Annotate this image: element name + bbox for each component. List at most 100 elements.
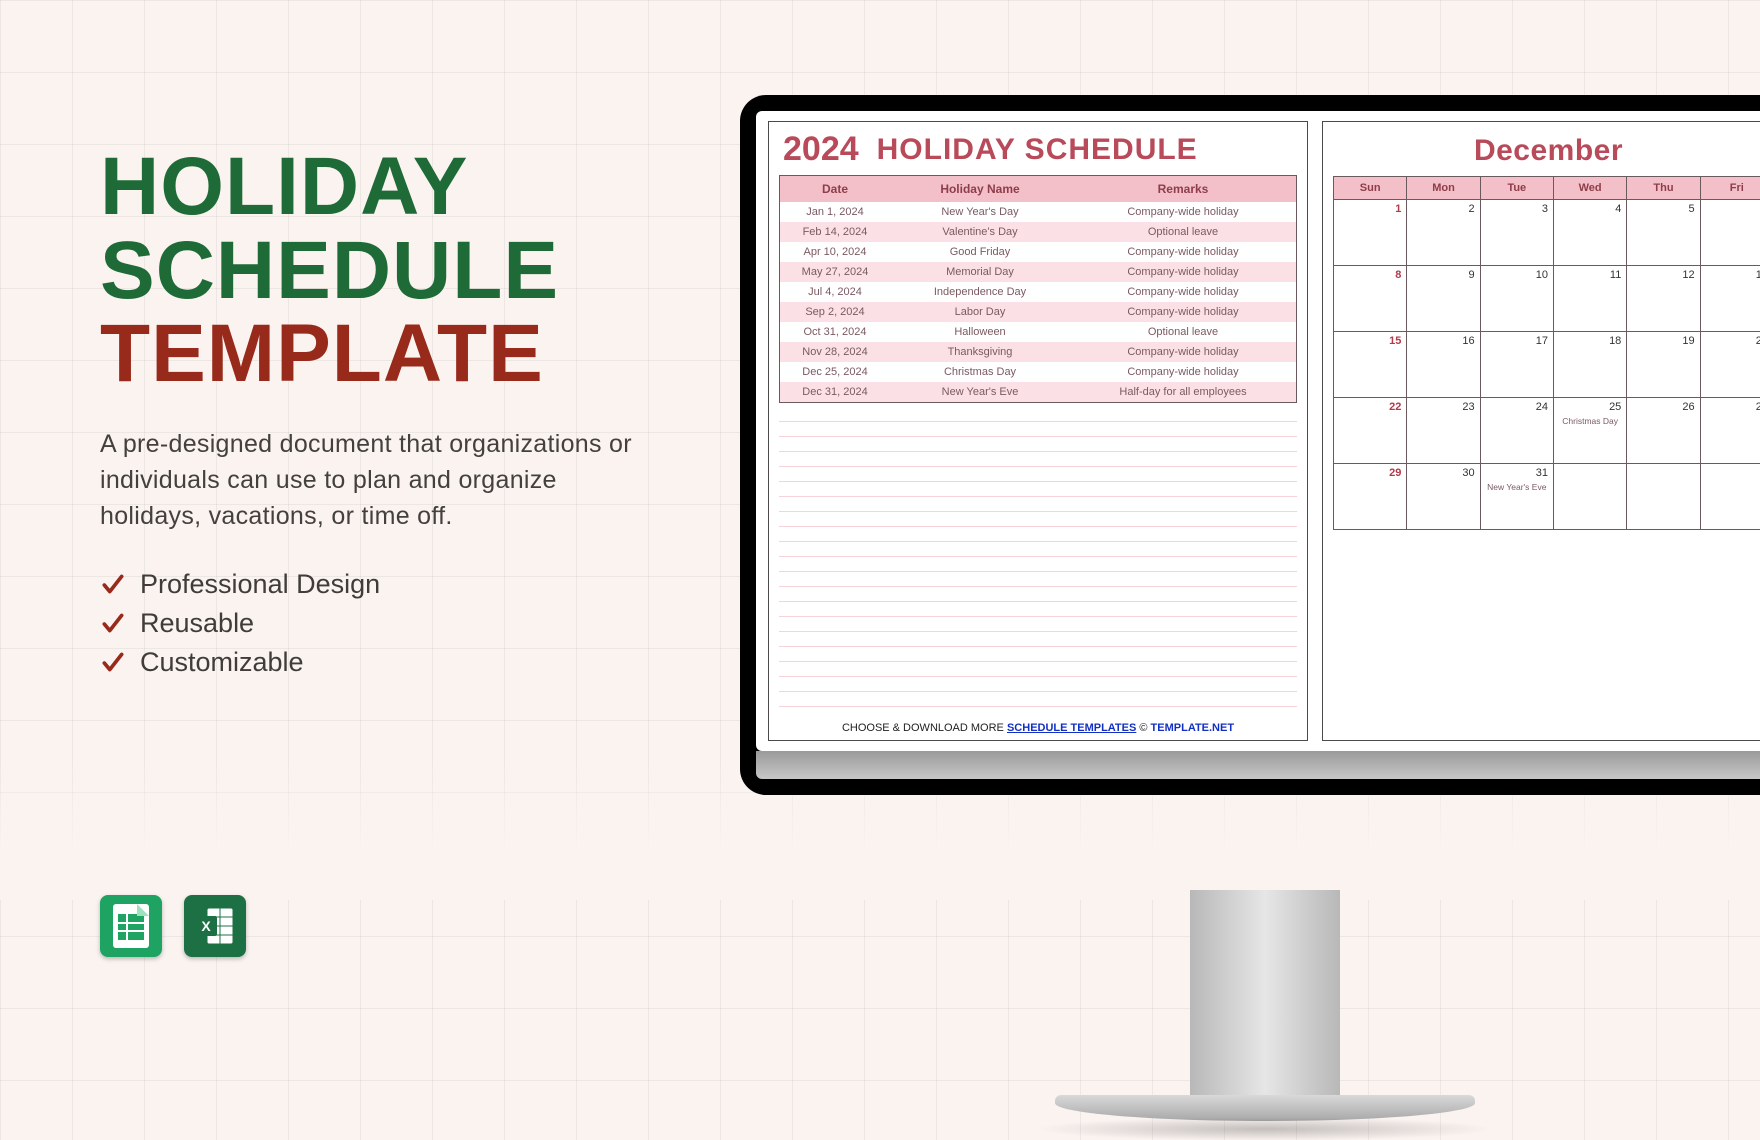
feature-item: Professional Design [100, 569, 660, 600]
day-label: Sun [1334, 177, 1407, 200]
calendar-cell: 2 [1407, 200, 1480, 266]
calendar-cell: 25Christmas Day [1554, 398, 1627, 464]
excel-icon: X [184, 895, 246, 957]
calendar-cell: 30 [1407, 464, 1480, 530]
calendar-cell: 10 [1481, 266, 1554, 332]
cell-remarks: Company-wide holiday [1070, 302, 1296, 322]
cell-holiday: Christmas Day [890, 362, 1070, 382]
calendar-cell: 22 [1334, 398, 1407, 464]
calendar-month: December [1323, 122, 1760, 176]
footer-link[interactable]: SCHEDULE TEMPLATES [1007, 722, 1136, 734]
check-icon [100, 571, 126, 597]
day-number: 2 [1469, 203, 1475, 215]
title-line-1: HOLIDAY [100, 145, 660, 229]
calendar-cell: 5 [1627, 200, 1700, 266]
day-number: 30 [1462, 467, 1474, 479]
app-icons: X [100, 895, 246, 957]
day-label: Mon [1407, 177, 1480, 200]
cell-remarks: Company-wide holiday [1070, 342, 1296, 362]
day-number: 9 [1469, 269, 1475, 281]
calendar-cell: 1 [1334, 200, 1407, 266]
schedule-sheet: 2024 HOLIDAY SCHEDULE Date Holiday Name … [768, 121, 1308, 741]
calendar-cell: 31 New Year's Eve [1481, 464, 1554, 530]
table-row: Dec 25, 2024Christmas DayCompany-wide ho… [780, 362, 1296, 382]
schedule-table: Date Holiday Name Remarks Jan 1, 2024New… [779, 175, 1297, 403]
cell-date: Feb 14, 2024 [780, 222, 890, 242]
calendar-day-header: SunMonTueWedThuFri [1334, 177, 1760, 200]
cell-holiday: Valentine's Day [890, 222, 1070, 242]
cell-remarks: Company-wide holiday [1070, 242, 1296, 262]
day-number: 5 [1689, 203, 1695, 215]
table-row: Feb 14, 2024Valentine's DayOptional leav… [780, 222, 1296, 242]
day-number: 31 [1536, 467, 1548, 479]
cell-holiday: Good Friday [890, 242, 1070, 262]
footer-site[interactable]: TEMPLATE.NET [1151, 722, 1235, 734]
cell-date: Sep 2, 2024 [780, 302, 890, 322]
calendar-cell: 17 [1481, 332, 1554, 398]
schedule-heading: HOLIDAY SCHEDULE [877, 133, 1198, 167]
monitor-mockup: 2024 HOLIDAY SCHEDULE Date Holiday Name … [740, 95, 1760, 795]
title-line-3: TEMPLATE [100, 312, 660, 396]
cell-remarks: Company-wide holiday [1070, 282, 1296, 302]
calendar-cell: 26 [1627, 398, 1700, 464]
day-number: 10 [1536, 269, 1548, 281]
day-number: 18 [1609, 335, 1621, 347]
calendar-body: 123456891011121315161718192022232425Chri… [1334, 200, 1760, 530]
calendar-cell: 13 [1701, 266, 1760, 332]
calendar-cell: 19 [1627, 332, 1700, 398]
table-row: May 27, 2024Memorial DayCompany-wide hol… [780, 262, 1296, 282]
calendar-row: 29 30 31 New Year's Eve [1334, 464, 1760, 530]
table-row: Oct 31, 2024HalloweenOptional leave [780, 322, 1296, 342]
cell-remarks: Company-wide holiday [1070, 202, 1296, 222]
day-note: New Year's Eve [1483, 482, 1551, 492]
cell-remarks: Optional leave [1070, 322, 1296, 342]
description-text: A pre-designed document that organizatio… [100, 426, 660, 535]
day-number: 29 [1389, 467, 1401, 479]
day-number: 8 [1395, 269, 1401, 281]
day-number: 16 [1462, 335, 1474, 347]
calendar-cell: 12 [1627, 266, 1700, 332]
calendar-cell: 23 [1407, 398, 1480, 464]
check-icon [100, 610, 126, 636]
feature-item: Customizable [100, 647, 660, 678]
calendar-cell: 29 [1334, 464, 1407, 530]
table-row: Jan 1, 2024New Year's DayCompany-wide ho… [780, 202, 1296, 222]
feature-label: Professional Design [140, 569, 380, 600]
calendar-row: 2223 24 25Christmas Day26 27 [1334, 398, 1760, 464]
calendar-cell: 4 [1554, 200, 1627, 266]
cell-date: Jan 1, 2024 [780, 202, 890, 222]
day-number: 24 [1536, 401, 1548, 413]
calendar-row: 123456 [1334, 200, 1760, 266]
title-line-2: SCHEDULE [100, 229, 660, 313]
calendar-cell: 3 [1481, 200, 1554, 266]
monitor-chin [756, 751, 1760, 779]
cell-date: Nov 28, 2024 [780, 342, 890, 362]
cell-date: Dec 31, 2024 [780, 382, 890, 402]
calendar-cell: 16 [1407, 332, 1480, 398]
monitor-stand-neck [1190, 890, 1340, 1110]
cell-holiday: Thanksgiving [890, 342, 1070, 362]
calendar-cell: 15 [1334, 332, 1407, 398]
google-sheets-icon [100, 895, 162, 957]
cell-remarks: Optional leave [1070, 222, 1296, 242]
cell-holiday: New Year's Day [890, 202, 1070, 222]
day-number: 27 [1756, 401, 1760, 413]
day-number: 3 [1542, 203, 1548, 215]
calendar-cell [1554, 464, 1627, 530]
feature-list: Professional Design Reusable Customizabl… [100, 569, 660, 678]
calendar-cell [1627, 464, 1700, 530]
table-header: Date Holiday Name Remarks [780, 176, 1296, 202]
monitor-bezel: 2024 HOLIDAY SCHEDULE Date Holiday Name … [740, 95, 1760, 795]
calendar-cell: 9 [1407, 266, 1480, 332]
calendar-cell [1701, 464, 1760, 530]
day-number: 12 [1682, 269, 1694, 281]
feature-item: Reusable [100, 608, 660, 639]
table-body: Jan 1, 2024New Year's DayCompany-wide ho… [780, 202, 1296, 402]
check-icon [100, 649, 126, 675]
calendar-cell: 8 [1334, 266, 1407, 332]
cell-holiday: Labor Day [890, 302, 1070, 322]
calendar-cell: 18 [1554, 332, 1627, 398]
col-remarks: Remarks [1070, 176, 1296, 202]
cell-date: May 27, 2024 [780, 262, 890, 282]
day-number: 19 [1682, 335, 1694, 347]
